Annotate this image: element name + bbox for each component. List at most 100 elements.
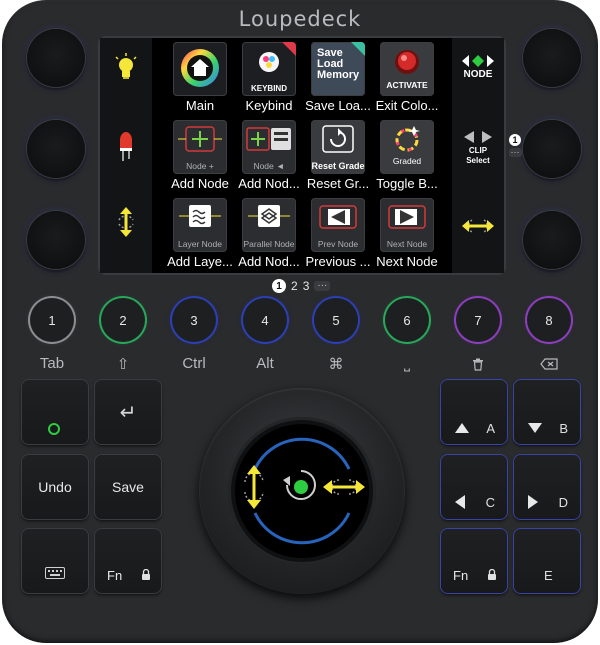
grid-label: Toggle B... bbox=[376, 176, 438, 191]
number-button-key-label: ⇧ bbox=[116, 356, 130, 373]
number-button-3[interactable]: 3 bbox=[172, 298, 216, 342]
circle-key[interactable] bbox=[22, 380, 88, 444]
grid-label: Add Laye... bbox=[167, 254, 233, 269]
fn-key-left[interactable]: Fn bbox=[95, 529, 161, 593]
knob-left-2[interactable] bbox=[27, 120, 85, 178]
fn-key-right[interactable]: Fn bbox=[441, 529, 507, 593]
clip-select-icon bbox=[464, 131, 492, 143]
tile-caption: Graded bbox=[392, 156, 422, 166]
grid-button-previous-node[interactable]: Prev Node Previous ... bbox=[305, 196, 377, 274]
a-key[interactable]: A bbox=[441, 380, 507, 444]
grid-button-add-parallel-node[interactable]: Parallel Node Add Nod... bbox=[238, 196, 308, 274]
grid-label: Reset Gr... bbox=[306, 176, 370, 191]
grid-button-next-node[interactable]: Next Node Next Node bbox=[376, 196, 446, 274]
tile-caption: Node + bbox=[186, 161, 214, 171]
undo-label: Undo bbox=[38, 479, 72, 495]
knob-right-1[interactable] bbox=[523, 29, 581, 87]
number-button-label: 5 bbox=[332, 312, 340, 328]
page-indicator: 1 2 3 ··· bbox=[272, 279, 331, 293]
clip-sublabel: Select bbox=[466, 156, 490, 165]
tile-caption: Parallel Node bbox=[243, 239, 295, 249]
resistor-icon[interactable] bbox=[100, 130, 152, 162]
grid-button-add-node[interactable]: Node + Add Node bbox=[171, 118, 239, 196]
b-key[interactable]: B bbox=[514, 380, 580, 444]
number-button-key-label: ⌘ bbox=[328, 356, 344, 373]
number-button-key-label: ⎵ bbox=[403, 355, 410, 372]
e-key[interactable]: E bbox=[514, 529, 580, 593]
grid-button-save-load[interactable]: Save Load Memory Save Loa... bbox=[305, 40, 377, 118]
lock-icon bbox=[142, 569, 150, 580]
side-page-indicator[interactable]: 1 ··· bbox=[507, 134, 523, 157]
number-button-label: 4 bbox=[261, 312, 269, 328]
trash-icon bbox=[448, 355, 508, 375]
up-arrow-icon bbox=[455, 423, 469, 433]
grid-button-keybind[interactable]: KEYBIND Keybind bbox=[240, 40, 308, 118]
page-1-active[interactable]: 1 bbox=[272, 279, 286, 293]
b-label: B bbox=[559, 421, 568, 436]
save-key[interactable]: Save bbox=[95, 455, 161, 519]
left-side-column bbox=[100, 38, 152, 273]
rotate-icon bbox=[283, 470, 316, 500]
number-button-label: 3 bbox=[190, 312, 198, 328]
knob-left-1[interactable] bbox=[27, 29, 85, 87]
number-button-label: 6 bbox=[403, 312, 411, 328]
knob-left-3[interactable] bbox=[27, 211, 85, 269]
lightbulb-icon[interactable] bbox=[100, 52, 152, 82]
backspace-icon bbox=[519, 355, 579, 374]
grid-label: Add Nod... bbox=[238, 176, 300, 191]
grid-button-add-layer-node[interactable]: Layer Node Add Laye... bbox=[167, 196, 239, 274]
e-label: E bbox=[544, 568, 553, 583]
d-label: D bbox=[558, 495, 568, 510]
touch-screen: NODE CLIP Select Main KEYBIND Keybind Sa… bbox=[100, 38, 504, 273]
side-page-more[interactable]: ··· bbox=[508, 148, 522, 157]
vertical-move-icon[interactable] bbox=[100, 206, 152, 238]
number-button-5[interactable]: 5 bbox=[314, 298, 358, 342]
number-button-7[interactable]: 7 bbox=[456, 298, 500, 342]
knob-right-2[interactable] bbox=[523, 120, 581, 178]
horizontal-move-icon bbox=[323, 479, 365, 495]
number-button-label: 1 bbox=[48, 312, 56, 328]
grid-button-exit-color[interactable]: ACTIVATE Exit Colo... bbox=[376, 40, 446, 118]
loupedeck-device: Loupedeck NODE CLIP Select Main KEYBIND … bbox=[2, 0, 598, 643]
grid-button-add-node-before[interactable]: Node ◄ Add Nod... bbox=[238, 118, 308, 196]
fn-label: Fn bbox=[453, 568, 469, 583]
brand-logo: Loupedeck bbox=[238, 7, 362, 31]
page-more[interactable]: ··· bbox=[314, 281, 331, 291]
node-control[interactable]: NODE bbox=[452, 54, 504, 80]
enter-icon: ↵ bbox=[119, 401, 137, 424]
tile-caption: Prev Node bbox=[317, 239, 359, 249]
number-button-1[interactable]: 1 bbox=[30, 298, 74, 342]
grid-label: Add Nod... bbox=[238, 254, 300, 269]
grid-button-main[interactable]: Main bbox=[171, 40, 239, 118]
tile-caption: Reset Grade bbox=[311, 161, 365, 171]
horizontal-move-icon[interactable] bbox=[452, 216, 504, 236]
number-button-4[interactable]: 4 bbox=[243, 298, 287, 342]
lock-icon bbox=[488, 569, 496, 580]
knob-right-3[interactable] bbox=[523, 211, 581, 269]
grid-label: Previous ... bbox=[305, 254, 371, 269]
tile-caption: Node ◄ bbox=[253, 161, 285, 171]
tile-caption: Save Load Memory bbox=[317, 47, 360, 81]
jog-wheel-screen[interactable] bbox=[235, 424, 369, 558]
number-button-label: 7 bbox=[474, 312, 482, 328]
keyboard-key[interactable] bbox=[22, 529, 88, 593]
c-key[interactable]: C bbox=[441, 455, 507, 519]
grid-button-toggle-bypass[interactable]: Graded Toggle B... bbox=[376, 118, 446, 196]
keyboard-icon bbox=[45, 567, 65, 579]
number-button-8[interactable]: 8 bbox=[527, 298, 571, 342]
save-label: Save bbox=[112, 479, 144, 495]
enter-key[interactable]: ↵ bbox=[95, 380, 161, 444]
clip-select-control[interactable]: CLIP Select bbox=[452, 130, 504, 166]
undo-key[interactable]: Undo bbox=[22, 455, 88, 519]
d-key[interactable]: D bbox=[514, 455, 580, 519]
number-button-key-label: Tab bbox=[39, 355, 65, 372]
number-button-6[interactable]: 6 bbox=[385, 298, 429, 342]
grid-label: Keybind bbox=[245, 98, 293, 113]
page-2[interactable]: 2 bbox=[291, 279, 298, 293]
down-arrow-icon bbox=[528, 423, 542, 433]
grid-button-reset-grade[interactable]: Reset Grade Reset Gr... bbox=[307, 118, 377, 196]
number-button-2[interactable]: 2 bbox=[101, 298, 145, 342]
grid-label: Next Node bbox=[376, 254, 438, 269]
page-3[interactable]: 3 bbox=[303, 279, 310, 293]
grid-label: Exit Colo... bbox=[375, 98, 439, 113]
